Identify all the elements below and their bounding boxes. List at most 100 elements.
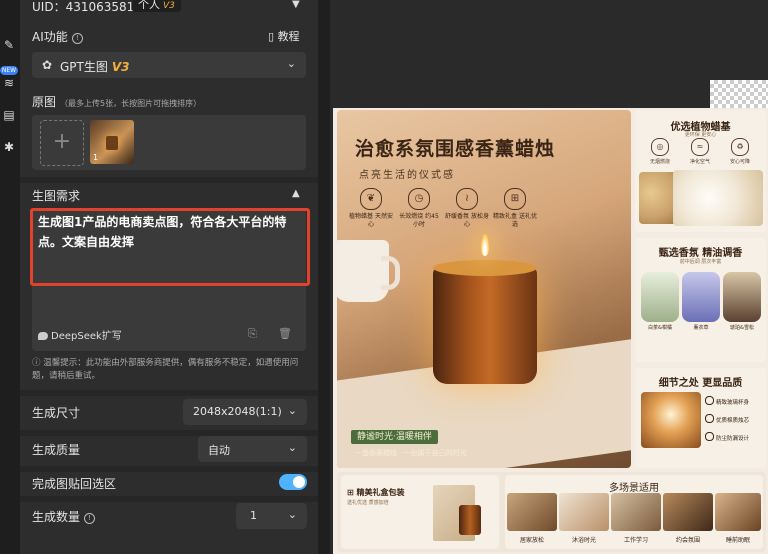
gift-icon: ⊞ [504,188,526,210]
scene-image [611,493,661,531]
gift-candle-image [459,505,481,535]
deepseek-expand-button[interactable]: DeepSeek扩写 [38,327,122,342]
card-title: 细节之处 更显品质 [658,378,743,389]
scenes-card: 多场景适用 居家放松 沐浴时光 工作学习 约会氛围 睡前助眠 [505,475,763,549]
account-bar: UID：4310635814 个人 V3 ▼ [20,0,318,16]
plant-feature-label: 净化空气 [689,159,710,165]
hero-image: 治愈系氛围感香薰蜡烛 点亮生活的仪式感 ❦ 植物蜡基 天然安心 ◷ 长效燃烧 约45… [337,110,631,468]
white-tea-image [641,272,679,322]
chevron-up-icon[interactable]: ▲ [292,188,300,199]
model-select[interactable]: ✿ GPT生图 V3 ⌄ [32,52,306,78]
add-image-button[interactable]: + [40,120,84,166]
settings-panel: UID：4310635814 个人 V3 ▼ AI功能! ▯ 教程 ✿ GPT生图… [20,0,318,554]
layers-icon[interactable]: ≋ [2,76,16,90]
image-thumbnail[interactable]: 1 [90,120,134,164]
requirements-title: 生图需求 [32,189,81,203]
model-name: GPT生图 [60,60,108,74]
canvas-area: 治愈系氛围感香薰蜡烛 点亮生活的仪式感 ❦ 植物蜡基 天然安心 ◷ 长效燃烧 约45… [330,0,768,554]
gift-icon: ⊞ [347,488,357,497]
detail-text: 精致玻璃杯身 [716,400,750,406]
count-title: 生成数量! [32,508,96,525]
chevron-down-icon: ⌄ [287,441,297,454]
trash-icon[interactable]: 🗑 [278,327,292,340]
deepseek-label: DeepSeek扩写 [51,331,122,342]
plant-feature: ♻ 安心可降 [725,138,755,165]
original-label: 原图 [32,95,57,109]
flame-icon: ◎ [651,138,669,156]
card-subtitle: 前中后调 层次丰富 [679,259,722,265]
gift-title-text: 精美礼盒包装 [356,488,405,497]
steam-icon: ≀ [456,188,478,210]
history-prompt-icon[interactable]: ⎘ [248,327,257,341]
scene-label: 睡前助眠 [725,537,750,544]
chevron-down-icon[interactable]: ▼ [292,0,300,10]
info-icon[interactable]: ! [71,33,83,44]
size-value: 2048x2048(1:1) [193,405,282,418]
oil-label: 白茶&柑橘 [648,325,672,331]
poster-subtitle: 点亮生活的仪式感 [359,170,455,181]
section-divider [20,177,318,183]
detail-item: 防尘防漏设计 [705,432,765,442]
quality-select[interactable]: 自动 ⌄ [198,436,307,462]
highlight-frame [30,208,310,286]
openai-logo-icon: ✿ [42,58,53,72]
panel-scrollbar[interactable] [318,0,330,554]
paste-back-toggle[interactable] [279,474,307,490]
feature-text: 长效燃烧 约45小时 [399,213,439,228]
account-type-badge[interactable]: 个人 V3 [132,0,181,12]
chevron-down-icon: ⌄ [287,508,297,521]
size-select[interactable]: 2048x2048(1:1) ⌄ [183,399,307,425]
scene-label: 居家放松 [519,537,544,544]
card-title: 甄选香氛 精油调香 [658,248,743,259]
detail-card: 细节之处 更显品质 精致玻璃杯身 优质棉质烛芯 防尘防漏设计 [635,368,766,468]
thumbnail-index: 1 [93,153,99,162]
clock-icon: ◷ [408,188,430,210]
tutorial-link[interactable]: ▯ 教程 [268,28,300,44]
scenes-title: 多场景适用 [609,483,659,494]
leaf-icon: ❦ [360,188,382,210]
quality-label: 生成质量 [32,443,81,457]
feature-text: 精致礼盒 送礼优选 [493,213,537,228]
detail-text: 优质棉质烛芯 [716,418,750,424]
fragrance-card: 甄选香氛 精油调香 前中后调 层次丰富 白茶&柑橘 薰衣草 琥珀&雪松 [635,238,766,362]
upload-area: + 1 [32,115,306,170]
gear-icon[interactable]: ✱ [2,140,16,154]
detail-item: 优质棉质烛芯 [705,414,765,424]
size-label: 生成尺寸 [32,406,81,420]
card-subtitle: 更环保 更安心 [684,132,717,138]
plant-feature: ◎ 无烟燃烧 [645,138,675,165]
section-divider [20,496,318,502]
feature-item: ⊞ 精致礼盒 送礼优选 [493,188,537,229]
plant-feature: ≈ 净化空气 [685,138,715,165]
candle-flame [481,234,489,256]
ai-section-label: AI功能 [32,30,68,44]
oil-label: 琥珀&雪松 [730,325,754,331]
plant-feature-label: 安心可降 [729,159,750,165]
info-icon[interactable]: ! [84,513,96,524]
quality-value: 自动 [208,444,230,457]
ai-section-title: AI功能! [32,28,83,45]
wax-flakes-image [673,170,763,226]
feature-text: 舒缓香氛 放松身心 [445,213,489,228]
detail-text: 防尘防漏设计 [716,436,750,442]
brush-icon[interactable]: ✎ [2,38,16,52]
model-version-badge: V3 [111,60,130,74]
plant-feature-label: 无烟燃烧 [649,159,670,165]
scene-image [663,493,713,531]
toggle-knob [293,476,305,488]
tutorial-label: 教程 [277,30,300,43]
book-icon: ▯ [268,30,278,43]
info-icon: ⓘ [32,358,44,368]
generated-poster[interactable]: 治愈系氛围感香薰蜡烛 点亮生活的仪式感 ❦ 植物蜡基 天然安心 ◷ 长效燃烧 约45… [333,108,768,554]
gift-box-card: ⊞ 精美礼盒包装 送礼优选 质感加倍 [341,475,499,549]
oil-label: 薰衣草 [693,325,709,331]
feature-item: ◷ 长效燃烧 约45小时 [397,188,441,229]
detail-item: 精致玻璃杯身 [705,396,765,406]
new-badge: NEW [0,66,18,75]
history-icon[interactable]: ▤ [2,108,16,122]
check-icon [705,432,714,441]
lavender-image [682,272,720,322]
amber-image [723,272,761,322]
scene-label: 工作学习 [623,537,648,544]
count-select[interactable]: 1 ⌄ [236,503,307,529]
